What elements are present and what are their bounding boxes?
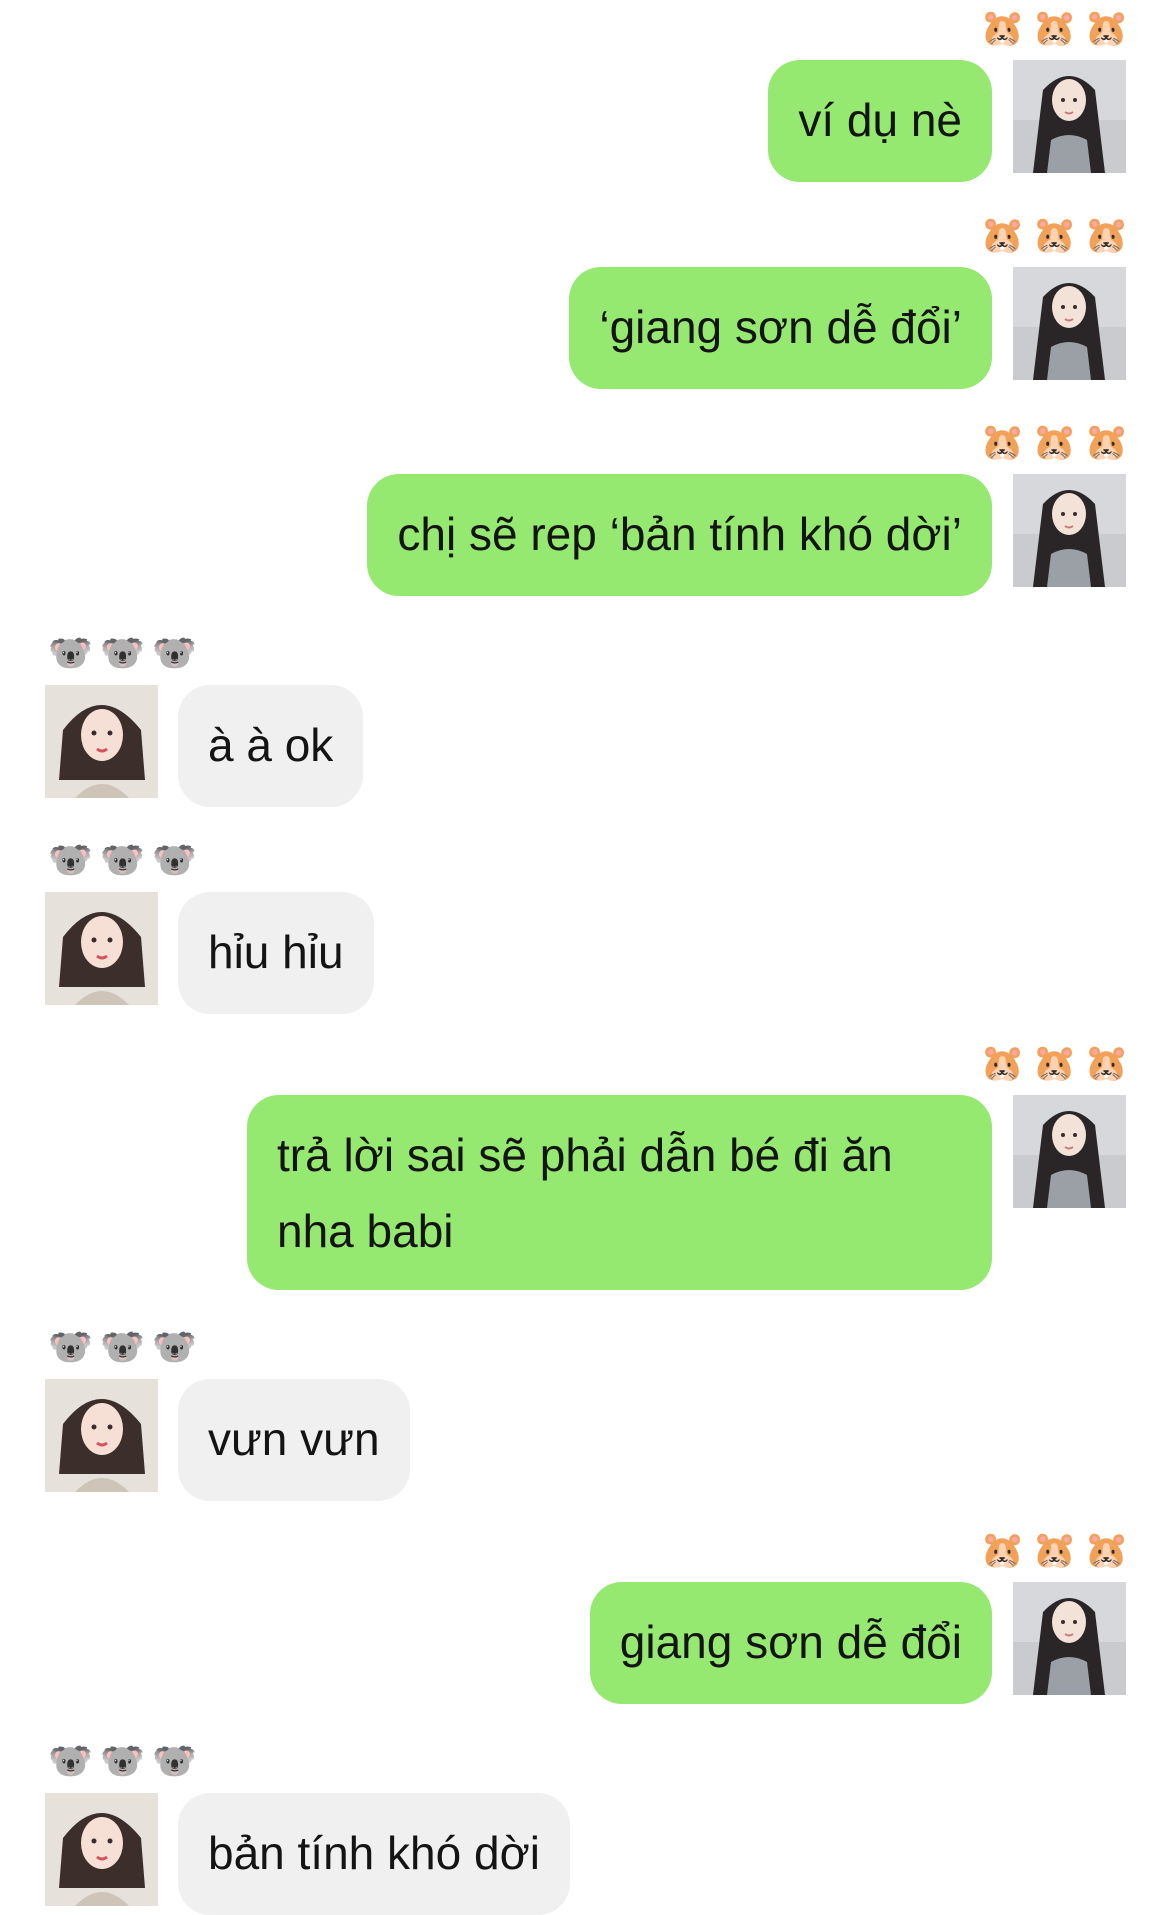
koala-emoji-icon: 🐨 <box>152 633 197 674</box>
koala-emoji-icon: 🐨 <box>152 1327 197 1368</box>
reaction-row[interactable]: 🐨 🐨 🐨 <box>48 633 197 675</box>
koala-emoji-icon: 🐨 <box>100 1741 145 1782</box>
koala-emoji-icon: 🐨 <box>48 1327 93 1368</box>
koala-emoji-icon: 🐨 <box>48 840 93 881</box>
hamster-emoji-icon: 🐹 <box>980 422 1025 463</box>
hamster-emoji-icon: 🐹 <box>980 8 1025 49</box>
chat-bubble[interactable]: chị sẽ rep ‘bản tính khó dời’ <box>367 474 992 596</box>
hamster-emoji-icon: 🐹 <box>1084 1530 1129 1571</box>
avatar[interactable] <box>45 685 158 798</box>
avatar[interactable] <box>1013 474 1126 587</box>
hamster-emoji-icon: 🐹 <box>1032 1530 1077 1571</box>
reaction-row[interactable]: 🐹 🐹 🐹 <box>980 422 1129 464</box>
koala-emoji-icon: 🐨 <box>152 1741 197 1782</box>
hamster-emoji-icon: 🐹 <box>980 1043 1025 1084</box>
reaction-row[interactable]: 🐹 🐹 🐹 <box>980 215 1129 257</box>
avatar[interactable] <box>1013 1582 1126 1695</box>
hamster-emoji-icon: 🐹 <box>980 1530 1025 1571</box>
chat-bubble[interactable]: vưn vưn <box>178 1379 410 1501</box>
chat-bubble[interactable]: ‘giang sơn dễ đổi’ <box>569 267 992 389</box>
avatar[interactable] <box>1013 60 1126 173</box>
hamster-emoji-icon: 🐹 <box>1032 215 1077 256</box>
hamster-emoji-icon: 🐹 <box>1032 8 1077 49</box>
hamster-emoji-icon: 🐹 <box>1084 215 1129 256</box>
hamster-emoji-icon: 🐹 <box>1084 1043 1129 1084</box>
hamster-emoji-icon: 🐹 <box>1032 422 1077 463</box>
chat-bubble[interactable]: giang sơn dễ đổi <box>589 1582 992 1704</box>
hamster-emoji-icon: 🐹 <box>1084 422 1129 463</box>
koala-emoji-icon: 🐨 <box>100 633 145 674</box>
reaction-row[interactable]: 🐹 🐹 🐹 <box>980 1043 1129 1085</box>
reaction-row[interactable]: 🐨 🐨 🐨 <box>48 840 197 882</box>
reaction-row[interactable]: 🐹 🐹 🐹 <box>980 1530 1129 1572</box>
avatar[interactable] <box>45 892 158 1005</box>
hamster-emoji-icon: 🐹 <box>1032 1043 1077 1084</box>
chat-bubble[interactable]: hỉu hỉu <box>178 892 374 1014</box>
chat-bubble[interactable]: bản tính khó dời <box>178 1793 570 1915</box>
avatar[interactable] <box>1013 1095 1126 1208</box>
koala-emoji-icon: 🐨 <box>48 633 93 674</box>
avatar[interactable] <box>1013 267 1126 380</box>
reaction-row[interactable]: 🐹 🐹 🐹 <box>980 8 1129 50</box>
koala-emoji-icon: 🐨 <box>100 1327 145 1368</box>
chat-bubble[interactable]: à à ok <box>178 685 364 807</box>
koala-emoji-icon: 🐨 <box>48 1741 93 1782</box>
reaction-row[interactable]: 🐨 🐨 🐨 <box>48 1741 197 1783</box>
reaction-row[interactable]: 🐨 🐨 🐨 <box>48 1327 197 1369</box>
avatar[interactable] <box>45 1793 158 1906</box>
hamster-emoji-icon: 🐹 <box>1084 8 1129 49</box>
koala-emoji-icon: 🐨 <box>100 840 145 881</box>
koala-emoji-icon: 🐨 <box>152 840 197 881</box>
chat-thread[interactable]: 🐹 🐹 🐹 ví dụ nè 🐹 🐹 🐹 ‘giang sơn dễ đổi’ … <box>0 0 1170 1915</box>
avatar[interactable] <box>45 1379 158 1492</box>
chat-bubble[interactable]: ví dụ nè <box>768 60 992 182</box>
chat-bubble[interactable]: trả lời sai sẽ phải dẫn bé đi ăn nha bab… <box>247 1095 992 1290</box>
hamster-emoji-icon: 🐹 <box>980 215 1025 256</box>
